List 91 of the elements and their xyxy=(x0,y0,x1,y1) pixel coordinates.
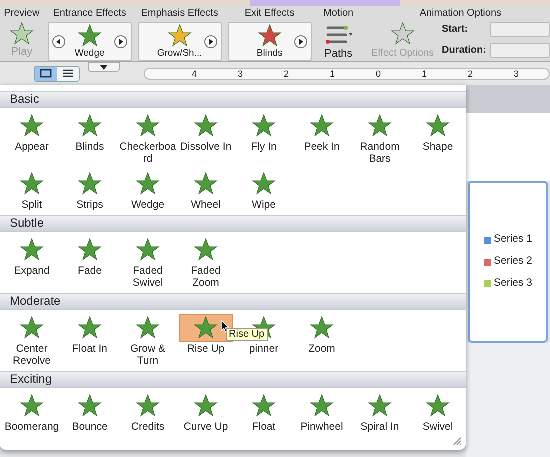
group-title: Entrance Effects xyxy=(53,8,126,20)
effect-gallery[interactable]: Blinds xyxy=(228,22,312,61)
effect-label: Blinds xyxy=(74,141,106,153)
effect-label: Pinwheel xyxy=(300,421,344,433)
effect-item[interactable]: Curve Up xyxy=(177,390,235,436)
group-title: Preview xyxy=(4,8,40,20)
section-header: Exciting xyxy=(0,371,466,388)
effect-item[interactable]: Swivel xyxy=(409,390,467,436)
legend-label: Series 2 xyxy=(494,254,533,270)
effect-label: Grow/Sh... xyxy=(157,48,202,60)
section-header: Subtle xyxy=(0,215,466,232)
effect-item[interactable]: Faded Swivel xyxy=(119,234,177,292)
group-title: Animation Options xyxy=(420,8,502,20)
effect-gallery[interactable]: Grow/Sh... xyxy=(138,22,222,61)
effect-label: Wheel xyxy=(190,199,222,211)
effect-label: Fly In xyxy=(250,141,278,153)
effect-label: Grow & Turn xyxy=(129,343,166,367)
ruler-number: 1 xyxy=(329,68,336,78)
effect-label: Bounce xyxy=(71,421,109,433)
effect-item[interactable]: Zoom xyxy=(293,312,351,370)
effect-label: Expand xyxy=(13,265,51,277)
section-header: Basic xyxy=(0,91,466,108)
effect-label: Spiral In xyxy=(360,421,400,433)
ruler-number: 0 xyxy=(375,68,382,78)
effect-item[interactable]: Fly In xyxy=(235,110,293,168)
effect-gallery[interactable]: Wedge xyxy=(48,22,132,61)
effect-label: Zoom xyxy=(308,343,336,355)
effect-label: Faded Swivel xyxy=(132,265,164,289)
effect-label: Rise Up xyxy=(186,343,226,355)
effect-item[interactable]: Dissolve In xyxy=(177,110,235,168)
effect-item[interactable]: Peek In xyxy=(293,110,351,168)
effect-label: Faded Zoom xyxy=(190,265,222,289)
effect-label: Fade xyxy=(77,265,103,277)
effect-item[interactable]: Float xyxy=(235,390,293,436)
effect-label: Appear xyxy=(14,141,50,153)
group-title: Emphasis Effects xyxy=(141,8,218,20)
effect-label: Strips xyxy=(76,199,104,211)
ruler-number: 3 xyxy=(513,68,520,78)
effect-label: Credits xyxy=(130,421,166,433)
ruler-number: 2 xyxy=(467,68,474,78)
effect-label: Checkerboard xyxy=(119,141,177,165)
effect-label: Shape xyxy=(422,141,454,153)
legend-label: Series 3 xyxy=(494,276,533,291)
effect-item[interactable]: Wheel xyxy=(177,168,235,214)
effect-item[interactable]: Bounce xyxy=(61,390,119,436)
effect-label: Wipe xyxy=(251,199,277,211)
effect-item[interactable]: Wipe xyxy=(235,168,293,214)
ruler-number: 3 xyxy=(237,68,244,78)
effect-label: Split xyxy=(20,199,44,211)
paths-button[interactable]: Paths xyxy=(324,24,354,62)
effect-item[interactable]: Checkerboard xyxy=(119,110,177,168)
effect-item[interactable]: Wedge xyxy=(119,168,177,214)
tooltip: Rise Up xyxy=(226,328,268,341)
effect-item[interactable]: Random Bars xyxy=(351,110,409,168)
effect-label: Float xyxy=(251,421,277,433)
effect-item[interactable]: Faded Zoom xyxy=(177,234,235,292)
field-label: Duration: xyxy=(442,44,486,58)
group-title: Motion xyxy=(324,8,354,20)
ruler-number: 1 xyxy=(421,68,428,78)
effect-label: Random Bars xyxy=(359,141,401,165)
effect-label: Peek In xyxy=(303,141,341,153)
effect-item[interactable]: Grow & Turn xyxy=(119,312,177,370)
effect-item[interactable]: Pinwheel xyxy=(293,390,351,436)
section-header: Moderate xyxy=(0,293,466,310)
effect-label: Center Revolve xyxy=(12,343,52,367)
effect-item[interactable]: Shape xyxy=(409,110,467,168)
ruler-number: 4 xyxy=(191,68,198,78)
effect-item[interactable]: Expand xyxy=(3,234,61,292)
effect-item[interactable]: Split xyxy=(3,168,61,214)
effect-item[interactable]: Strips xyxy=(61,168,119,214)
effect-label: Boomerang xyxy=(4,421,60,433)
effect-label: pinner xyxy=(248,343,280,355)
field-label: Start: xyxy=(442,23,470,37)
effect-label: Float In xyxy=(71,343,109,355)
effect-label: Wedge xyxy=(74,48,105,60)
effect-label: Wedge xyxy=(130,199,166,211)
effect-label: Blinds xyxy=(256,48,283,60)
legend-label: Series 1 xyxy=(494,232,533,248)
effect-label: Swivel xyxy=(422,421,454,433)
effect-label: Dissolve In xyxy=(179,141,233,153)
effect-label: Curve Up xyxy=(182,421,230,433)
effect-item[interactable]: Appear xyxy=(3,110,61,168)
effect-item[interactable]: Spiral In xyxy=(351,390,409,436)
effect-item[interactable]: Credits xyxy=(119,390,177,436)
effect-item[interactable]: Center Revolve xyxy=(3,312,61,370)
effect-item[interactable]: Fade xyxy=(61,234,119,292)
effect-item[interactable]: Blinds xyxy=(61,110,119,168)
effect-item[interactable]: Float In xyxy=(61,312,119,370)
group-title: Exit Effects xyxy=(244,8,295,20)
effect-item[interactable]: Boomerang xyxy=(3,390,61,436)
ruler-number: 2 xyxy=(283,68,290,78)
